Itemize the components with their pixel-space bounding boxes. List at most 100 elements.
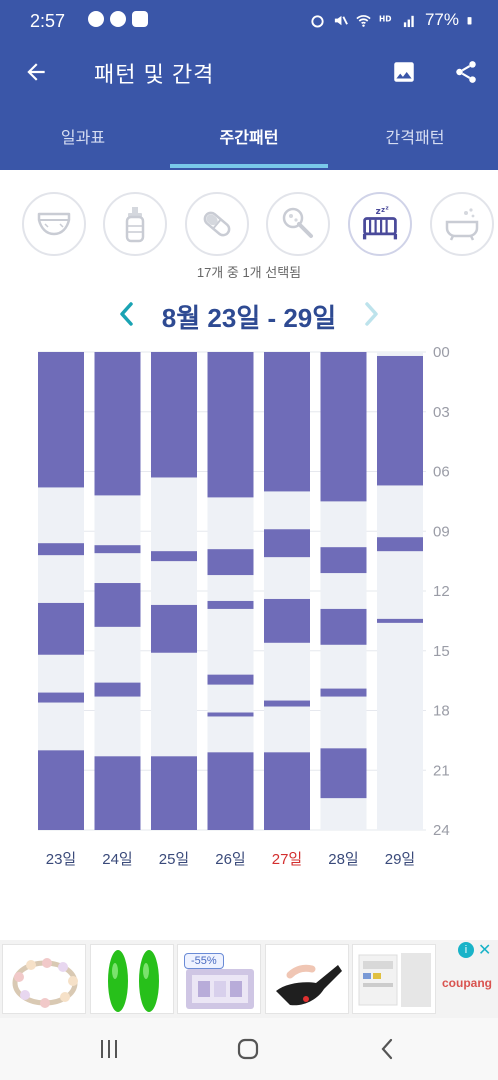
svg-text:z: z [376, 207, 381, 217]
y-tick-label: 09 [433, 523, 450, 540]
talk-notification-icon [88, 11, 104, 27]
sleep-interval-bar [207, 352, 254, 498]
sleep-interval-bar [151, 604, 197, 653]
save-image-button[interactable] [388, 56, 420, 88]
system-navigation-bar [0, 1018, 498, 1080]
status-time: 2:57 [30, 11, 66, 31]
sleep-interval-bar [207, 752, 254, 830]
svg-text:HD: HD [379, 14, 392, 23]
pea-toy-image [108, 950, 159, 1012]
ad-info-button[interactable]: i [458, 942, 474, 958]
arrow-left-icon [27, 63, 45, 81]
app-bar: 패턴 및 간격 [0, 44, 498, 100]
sleep-interval-bar [38, 602, 84, 655]
home-icon [237, 1038, 259, 1060]
ad-product-pea-toy[interactable] [90, 944, 174, 1014]
notification-icons [88, 11, 148, 27]
discount-badge: -55% [184, 953, 224, 969]
next-week-button[interactable] [358, 298, 386, 330]
y-tick-label: 18 [433, 703, 450, 720]
svg-text:z: z [381, 206, 385, 214]
flower-crown-image [12, 958, 78, 1008]
sleep-interval-bar [94, 545, 141, 554]
ad-product-storage-bag[interactable] [352, 944, 436, 1014]
sleep-interval-bar [377, 537, 423, 552]
wifi-icon [356, 14, 371, 27]
pill-icon [203, 211, 231, 237]
sleep-interval-bar [320, 608, 367, 645]
sleep-interval-bar [320, 352, 367, 502]
tab-weekly-pattern[interactable]: 주간패턴 [166, 110, 332, 170]
storage-bag-image [358, 953, 431, 1007]
day-label: 24일 [102, 851, 133, 868]
sleep-interval-bar [38, 692, 84, 703]
crib-sleep-icon: z z z [362, 206, 398, 240]
category-medicine[interactable] [185, 192, 249, 256]
weekly-pattern-chart: 00 03 06 09 12 15 18 21 24 23일 24일 25일 26일 27일 28일 29일 [0, 340, 498, 880]
sleep-interval-bar [94, 756, 141, 830]
recent-apps-icon [101, 1040, 117, 1058]
day-label: 28일 [328, 851, 359, 868]
bathtub-icon [445, 208, 479, 241]
ad-product-drawing-glove[interactable] [265, 944, 349, 1014]
sleep-interval-bar [151, 756, 197, 830]
category-bath[interactable] [430, 192, 494, 256]
sleep-interval-bar [264, 752, 310, 830]
sleep-interval-bar [264, 352, 310, 492]
y-tick-label: 24 [433, 822, 450, 839]
recent-apps-button[interactable] [89, 1032, 129, 1066]
sleep-interval-bar [94, 682, 141, 697]
sleep-interval-bar [264, 598, 310, 643]
home-button[interactable] [228, 1032, 268, 1066]
ad-brand-logo: coupang [442, 976, 492, 990]
category-feeding[interactable] [103, 192, 167, 256]
sleep-interval-bar [38, 543, 84, 556]
battery-level: 77% [424, 10, 459, 29]
category-sleep[interactable]: z z z [348, 192, 412, 256]
sleep-interval-bar [264, 700, 310, 707]
cloud-notification-icon [110, 11, 126, 27]
tab-daily-schedule[interactable]: 일과표 [0, 110, 166, 170]
sleep-interval-bar [207, 674, 254, 685]
status-bar: 2:57 HD 77% [0, 0, 498, 44]
shopping-bag-notification-icon [132, 11, 148, 27]
week-range-label: 8월 23일 - 29일 [161, 303, 337, 333]
y-tick-label: 21 [433, 762, 450, 779]
drawing-glove-image [276, 964, 342, 1006]
sleep-interval-bar [151, 352, 197, 478]
system-back-button[interactable] [368, 1032, 408, 1066]
chevron-left-icon [120, 302, 133, 326]
share-icon [456, 61, 476, 83]
chevron-right-icon [365, 302, 378, 326]
ad-close-button[interactable]: ✕ [478, 940, 494, 959]
app-header: 2:57 HD 77% 패턴 및 간격 일과표 주간패턴 간격패턴 [0, 0, 498, 170]
svg-text:z: z [386, 206, 389, 212]
day-label: 25일 [159, 851, 190, 868]
back-button[interactable] [20, 56, 52, 88]
y-tick-label: 12 [433, 583, 450, 600]
sleep-interval-bar [207, 600, 254, 609]
sleep-interval-bar [320, 547, 367, 574]
alarm-icon [311, 14, 324, 28]
tab-interval-pattern[interactable]: 간격패턴 [332, 110, 498, 170]
sleep-interval-bar [377, 618, 423, 623]
y-tick-label: 15 [433, 643, 450, 660]
chart-canvas: 00 03 06 09 12 15 18 21 24 23일 24일 25일 26일 27일 28일 29일 [38, 344, 450, 868]
previous-week-button[interactable] [112, 298, 140, 330]
system-status: HD 77% [310, 10, 476, 30]
day-label: 27일 [272, 851, 303, 868]
ad-product-gift-box[interactable]: -55% [177, 944, 261, 1014]
category-diaper[interactable] [22, 192, 86, 256]
sleep-interval-bar [207, 712, 254, 717]
bottle-icon [125, 207, 145, 243]
active-tab-indicator [170, 164, 328, 168]
sleep-interval-bar [320, 748, 367, 799]
ad-product-flower-crown[interactable] [2, 944, 86, 1014]
y-tick-label: 06 [433, 464, 450, 481]
system-back-icon [381, 1038, 393, 1060]
category-play[interactable] [266, 192, 330, 256]
y-tick-label: 00 [433, 344, 450, 361]
day-label: 26일 [215, 851, 246, 868]
rattle-icon [282, 207, 313, 238]
share-button[interactable] [450, 56, 482, 88]
